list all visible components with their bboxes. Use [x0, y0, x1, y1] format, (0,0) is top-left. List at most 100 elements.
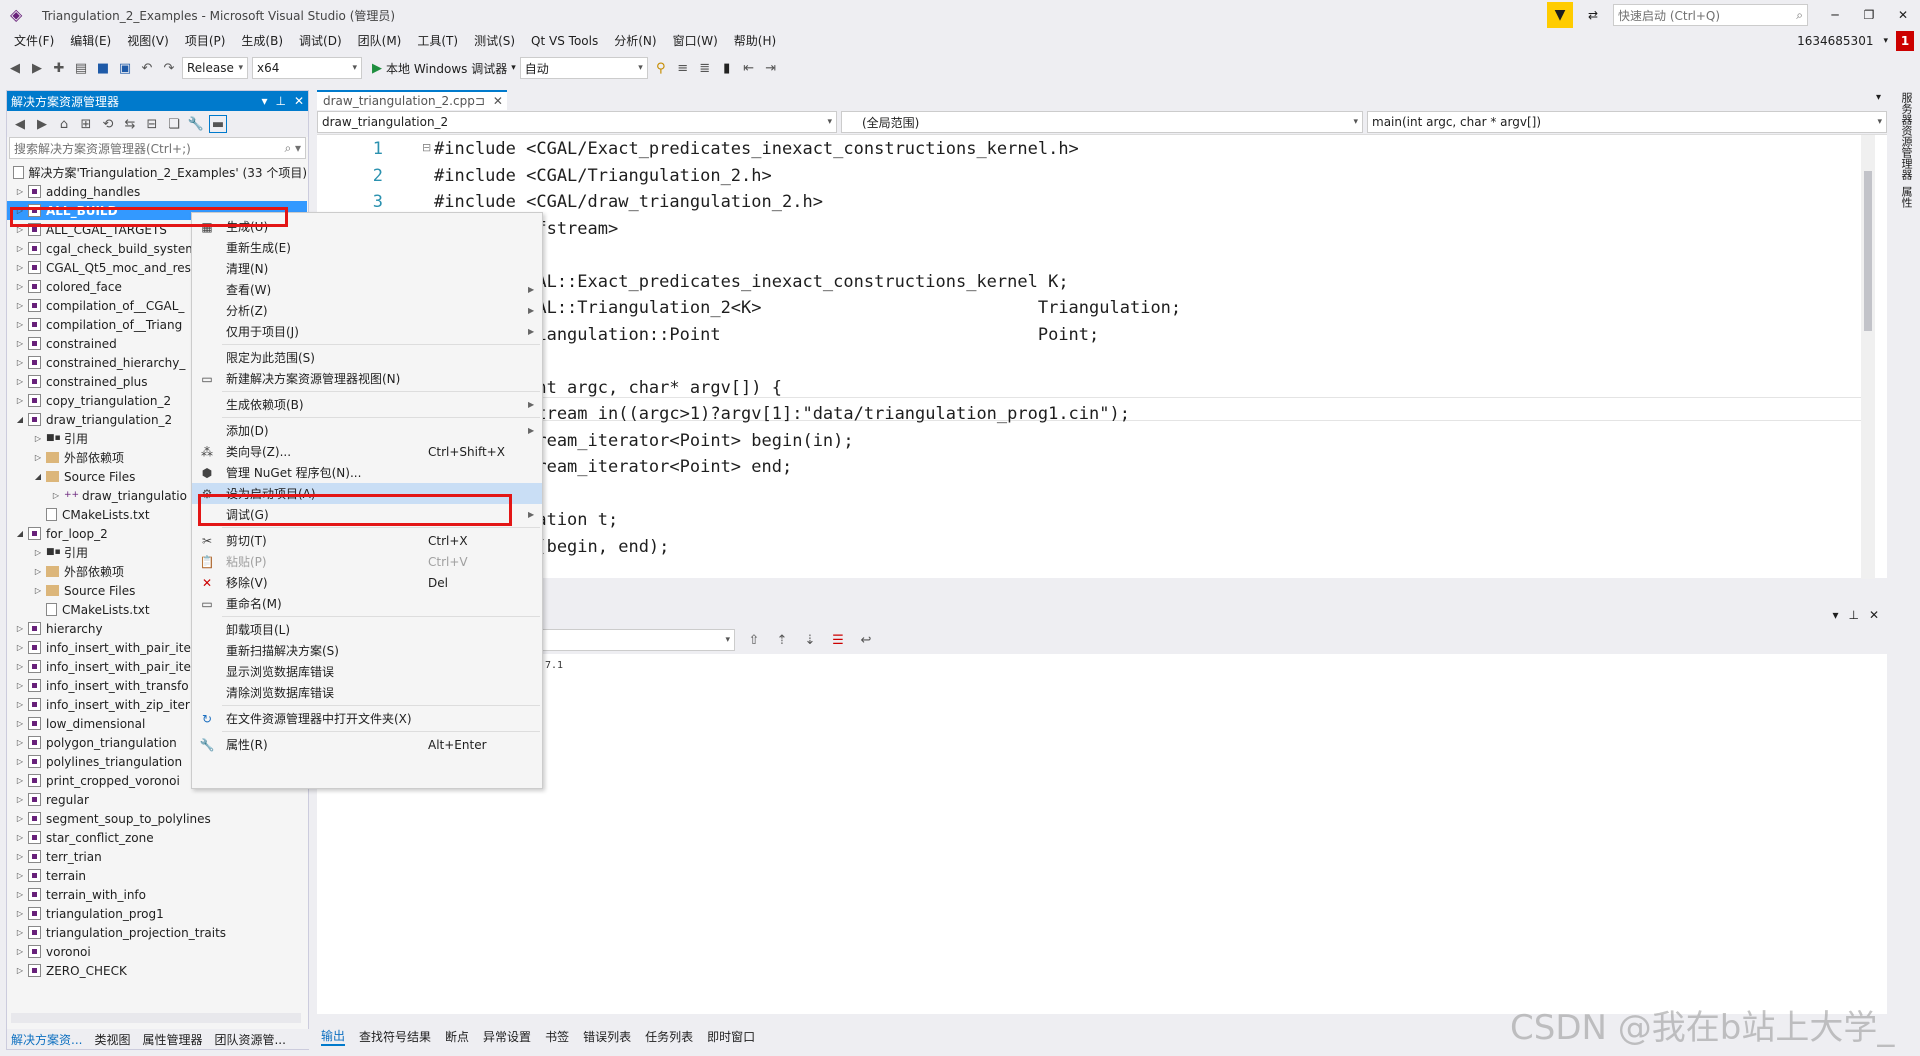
save-all-icon[interactable]: ▣	[116, 59, 134, 77]
tab-find-symbol-results[interactable]: 查找符号结果	[359, 1028, 431, 1045]
bookmark-icon[interactable]: ▮	[718, 59, 736, 77]
next-bookmark-icon[interactable]: ⇥	[762, 59, 780, 77]
context-menu-item[interactable]: ✂ 剪切(T) Ctrl+X	[192, 530, 542, 551]
expand-arrow-icon[interactable]: ▷	[15, 928, 25, 937]
expand-arrow-icon[interactable]: ▷	[15, 909, 25, 918]
prev-message-icon[interactable]: ⇡	[773, 631, 791, 649]
close-icon[interactable]: ✕	[1869, 608, 1879, 622]
expand-arrow-icon[interactable]: ▷	[15, 244, 25, 253]
clear-all-icon[interactable]: ☰	[829, 631, 847, 649]
tree-item[interactable]: ▷ regular	[7, 790, 307, 809]
expand-arrow-icon[interactable]: ▷	[15, 776, 25, 785]
context-menu-item[interactable]: 限定为此范围(S)	[192, 347, 542, 368]
tree-item[interactable]: ▷ triangulation_projection_traits	[7, 923, 307, 942]
close-icon[interactable]: ✕	[493, 94, 503, 108]
context-menu-item[interactable]: 🔧 属性(R) Alt+Enter	[192, 734, 542, 755]
tab-server-explorer[interactable]: 服务器资源管理器	[1898, 92, 1914, 180]
tree-item[interactable]: ▷ adding_handles	[7, 182, 307, 201]
menu-help[interactable]: 帮助(H)	[726, 30, 784, 52]
expand-arrow-icon[interactable]: ▷	[33, 434, 43, 443]
account-name[interactable]: 1634685301	[1797, 34, 1873, 48]
expand-arrow-icon[interactable]: ▷	[15, 643, 25, 652]
menu-debug[interactable]: 调试(D)	[291, 30, 350, 52]
mode-combo[interactable]: 自动 ▾	[519, 57, 648, 79]
sync-icon[interactable]: ⇆	[121, 115, 139, 133]
close-icon[interactable]: ✕	[294, 94, 304, 108]
collapse-region-icon[interactable]: ⊟	[422, 141, 431, 154]
tab-error-list[interactable]: 错误列表	[583, 1028, 631, 1045]
comment-icon[interactable]: ≡	[674, 59, 692, 77]
feedback-icon[interactable]: ⇄	[1581, 8, 1605, 22]
minimize-button[interactable]: ─	[1818, 8, 1852, 22]
chevron-down-icon[interactable]: ▾	[261, 94, 267, 108]
tree-item[interactable]: ▷ voronoi	[7, 942, 307, 961]
restore-button[interactable]: ❐	[1852, 8, 1886, 22]
switch-views-icon[interactable]: ⊞	[77, 115, 95, 133]
collapse-arrow-icon[interactable]: ◢	[15, 529, 25, 538]
tab-properties[interactable]: 属性	[1898, 186, 1914, 208]
wrench-icon[interactable]: 🔧	[187, 115, 205, 133]
expand-arrow-icon[interactable]: ▷	[15, 301, 25, 310]
next-message-icon[interactable]: ⇣	[801, 631, 819, 649]
context-menu-item[interactable]: ▭ 新建解决方案资源管理器视图(N)	[192, 368, 542, 389]
expand-arrow-icon[interactable]: ▷	[15, 757, 25, 766]
context-menu-item[interactable]: ✕ 移除(V) Del	[192, 572, 542, 593]
show-all-files-icon[interactable]: ❏	[165, 115, 183, 133]
preview-icon[interactable]: ▬	[209, 115, 227, 133]
context-menu-item[interactable]: ↻ 在文件资源管理器中打开文件夹(X)	[192, 708, 542, 729]
expand-arrow-icon[interactable]: ▷	[15, 947, 25, 956]
expand-arrow-icon[interactable]: ▷	[15, 738, 25, 747]
expand-arrow-icon[interactable]: ▷	[15, 358, 25, 367]
expand-arrow-icon[interactable]: ▷	[33, 453, 43, 462]
quick-launch-input[interactable]: 快速启动 (Ctrl+Q) ⌕	[1613, 4, 1808, 26]
save-icon[interactable]: ■	[94, 59, 112, 77]
tab-team-explorer[interactable]: 团队资源管...	[214, 1031, 285, 1048]
context-menu-item[interactable]: ⬢ 管理 NuGet 程序包(N)...	[192, 462, 542, 483]
filter-icon[interactable]: ▼	[1547, 2, 1573, 28]
menu-analyze[interactable]: 分析(N)	[606, 30, 664, 52]
context-menu-item[interactable]: 清除浏览数据库错误	[192, 682, 542, 703]
solution-node[interactable]: 解决方案'Triangulation_2_Examples' (33 个项目)	[7, 163, 307, 182]
forward-icon[interactable]: ▶	[33, 115, 51, 133]
history-icon[interactable]: ⟲	[99, 115, 117, 133]
tree-item[interactable]: ▷ ZERO_CHECK	[7, 961, 307, 980]
expand-arrow-icon[interactable]: ▷	[15, 852, 25, 861]
expand-arrow-icon[interactable]: ▷	[15, 871, 25, 880]
forward-icon[interactable]: ▶	[28, 59, 46, 77]
menu-tools[interactable]: 工具(T)	[409, 30, 466, 52]
close-button[interactable]: ✕	[1886, 8, 1920, 22]
menu-view[interactable]: 视图(V)	[119, 30, 177, 52]
find-icon[interactable]: ⚲	[652, 59, 670, 77]
context-menu-item[interactable]: 仅用于项目(J) ▶	[192, 321, 542, 342]
home-icon[interactable]: ⌂	[55, 115, 73, 133]
pin-icon[interactable]: ⊥	[275, 94, 285, 108]
expand-arrow-icon[interactable]: ▷	[15, 263, 25, 272]
expand-arrow-icon[interactable]: ▷	[15, 700, 25, 709]
tab-breakpoints[interactable]: 断点	[445, 1028, 469, 1045]
context-menu-item[interactable]: 显示浏览数据库错误	[192, 661, 542, 682]
expand-arrow-icon[interactable]: ▷	[15, 890, 25, 899]
expand-arrow-icon[interactable]: ▷	[15, 396, 25, 405]
nav-project-combo[interactable]: draw_triangulation_2 ▾	[317, 111, 837, 133]
menu-edit[interactable]: 编辑(E)	[62, 30, 119, 52]
pin-icon[interactable]: ⊐	[475, 94, 485, 108]
expand-arrow-icon[interactable]: ▷	[15, 339, 25, 348]
menu-team[interactable]: 团队(M)	[350, 30, 410, 52]
tree-item[interactable]: ▷ terr_trian	[7, 847, 307, 866]
redo-icon[interactable]: ↷	[160, 59, 178, 77]
tree-item[interactable]: ▷ terrain_with_info	[7, 885, 307, 904]
undo-icon[interactable]: ↶	[138, 59, 156, 77]
chevron-down-icon[interactable]: ▾	[1883, 36, 1888, 46]
expand-arrow-icon[interactable]: ▷	[51, 491, 61, 500]
editor-vertical-scrollbar[interactable]	[1861, 135, 1875, 579]
expand-arrow-icon[interactable]: ▷	[15, 833, 25, 842]
expand-arrow-icon[interactable]: ▷	[15, 681, 25, 690]
expand-arrow-icon[interactable]: ▷	[15, 795, 25, 804]
nav-function-combo[interactable]: main(int argc, char * argv[]) ▾	[1367, 111, 1887, 133]
tab-bookmarks[interactable]: 书签	[545, 1028, 569, 1045]
collapse-arrow-icon[interactable]: ◢	[33, 472, 43, 481]
expand-arrow-icon[interactable]: ▷	[15, 624, 25, 633]
context-menu-item[interactable]: 卸载项目(L)	[192, 619, 542, 640]
expand-arrow-icon[interactable]: ▷	[15, 719, 25, 728]
platform-combo[interactable]: x64 ▾	[252, 57, 362, 79]
